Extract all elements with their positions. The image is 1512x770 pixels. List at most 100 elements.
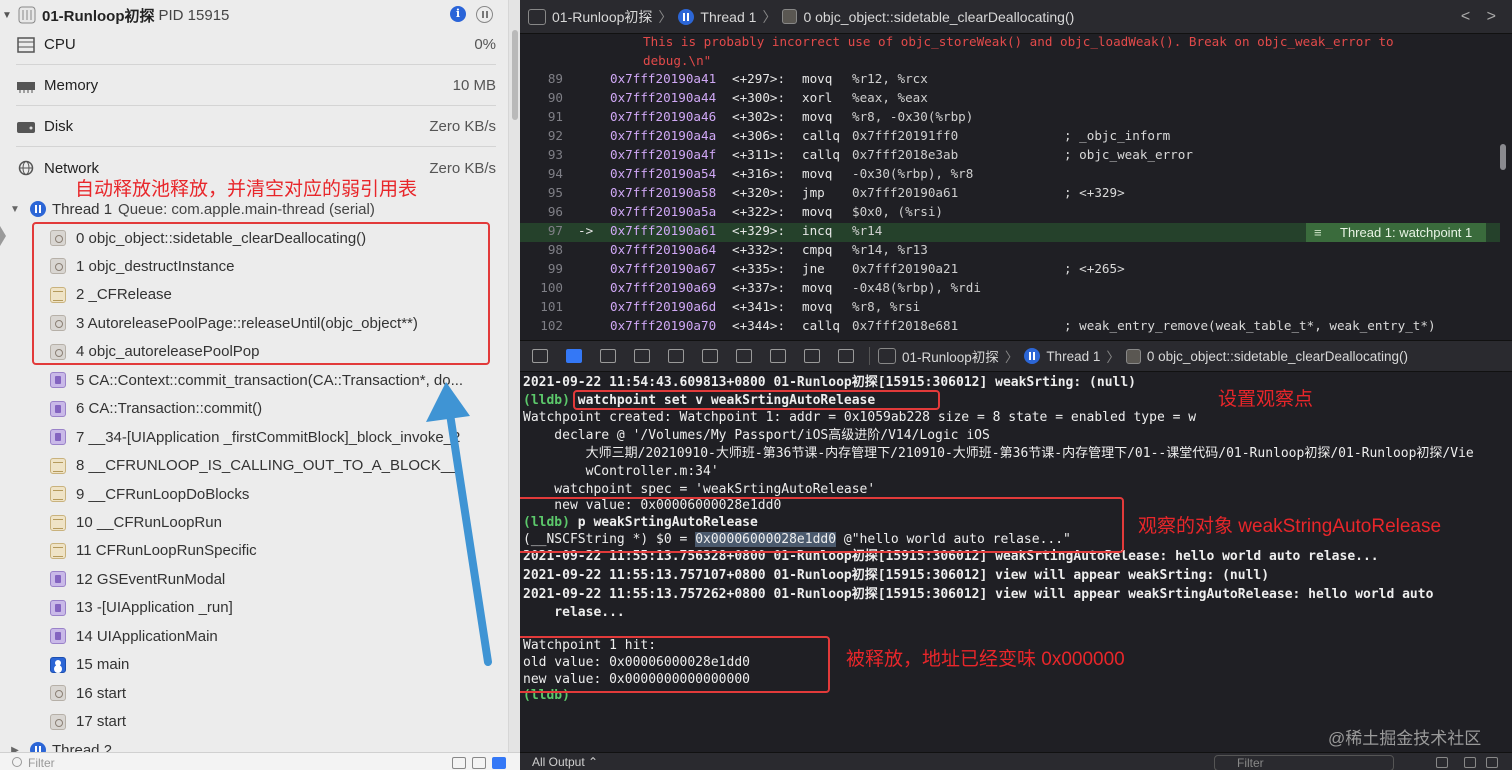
stack-frame-row[interactable]: 1 objc_destructInstance (50, 252, 500, 280)
error-message-line: debug.\n" (643, 53, 712, 68)
filter-option-icon[interactable] (452, 757, 466, 769)
console-filter-input[interactable]: Filter (1214, 755, 1394, 770)
gauge-memory[interactable]: Memory 10 MB (16, 66, 496, 106)
jump-thread[interactable]: Thread 1 (700, 9, 756, 25)
disassembly-line[interactable]: 98 0x7fff20190a64 <+332>: cmpq %r14, %r13 (520, 242, 1500, 261)
disassembly-line[interactable]: 96 0x7fff20190a5a <+322>: movq $0x0, (%rsi) (520, 204, 1500, 223)
pause-icon[interactable] (476, 6, 493, 23)
disassembly-line[interactable]: 102 0x7fff20190a70 <+344>: callq 0x7fff2018e… (520, 318, 1500, 337)
stack-frame-row[interactable]: 2 _CFRelease (50, 281, 500, 309)
memory-graph-icon[interactable] (770, 349, 786, 363)
trash-icon[interactable] (1436, 757, 1448, 768)
stack-frame-row[interactable]: 7 __34-[UIApplication _firstCommitBlock]… (50, 423, 500, 451)
split-left-icon[interactable] (1464, 757, 1476, 768)
disclosure-triangle-icon[interactable]: ▼ (0, 204, 30, 215)
stack-frame-row[interactable]: 9 __CFRunLoopDoBlocks (50, 480, 500, 508)
disassembly-line[interactable]: 90 0x7fff20190a44 <+300>: xorl %eax, %eax (520, 90, 1500, 109)
continue-icon[interactable] (600, 349, 616, 363)
filter-placeholder[interactable]: Filter (28, 756, 55, 770)
instruction-operands: $0x0, (%rsi) (852, 204, 943, 219)
dbg-thread[interactable]: Thread 1 (1046, 349, 1100, 364)
disassembly-line[interactable]: 97 -> 0x7fff20190a61 <+329>: incq %r14 Thread … (520, 223, 1500, 242)
instruction-operands: %eax, %eax (852, 90, 928, 105)
instruction-comment: ; weak_entry_remove(weak_table_t*, weak_… (1064, 318, 1436, 333)
code-scrollbar-thumb[interactable] (1500, 144, 1506, 170)
stack-frame-row[interactable]: 11 CFRunLoopRunSpecific (50, 537, 500, 565)
console-line: Watchpoint created: Watchpoint 1: addr =… (523, 410, 1197, 425)
line-number: 102 (540, 318, 563, 333)
split-right-icon[interactable] (1486, 757, 1498, 768)
breakpoints-toggle-icon[interactable] (566, 349, 582, 363)
stack-frame-row[interactable]: 12 GSEventRunModal (50, 565, 500, 593)
left-scrollbar[interactable] (508, 0, 520, 770)
dbg-frame[interactable]: 0 objc_object::sidetable_clearDeallocati… (1147, 349, 1408, 364)
stack-frame-row[interactable]: 13 -[UIApplication _run] (50, 594, 500, 622)
step-out-icon[interactable] (702, 349, 718, 363)
disassembly-view[interactable]: This is probably incorrect use of objc_s… (520, 34, 1512, 340)
gear-icon (50, 685, 66, 702)
editor-area: 01-Runloop初探 〉 Thread 1 〉 0 objc_object:… (520, 0, 1512, 770)
instruction-address: 0x7fff20190a67 (610, 261, 717, 276)
simulate-location-icon[interactable] (838, 349, 854, 363)
thread-1-row[interactable]: ▼ Thread 1 Queue: com.apple.main-thread … (0, 195, 505, 223)
selected-address[interactable]: 0x00006000028e1dd0 (695, 532, 837, 547)
stack-frame-label: 15 main (76, 656, 130, 674)
console-text: @"hello world auto relase..." (836, 532, 1071, 547)
disassembly-line[interactable]: 93 0x7fff20190a4f <+311>: callq 0x7fff2018e3… (520, 147, 1500, 166)
step-into-icon[interactable] (668, 349, 684, 363)
disassembly-line[interactable]: 101 0x7fff20190a6d <+341>: movq %r8, %rsi (520, 299, 1500, 318)
filter-person-icon[interactable] (492, 757, 506, 769)
console-line: (lldb) p weakSrtingAutoRelease (523, 514, 758, 531)
stack-frame-row[interactable]: 10 __CFRunLoopRun (50, 509, 500, 537)
view-debugger-icon[interactable] (736, 349, 752, 363)
nav-arrows[interactable]: < > (1461, 8, 1502, 26)
stack-frame-row[interactable]: 8 __CFRUNLOOP_IS_CALLING_OUT_TO_A_BLOCK_… (50, 452, 500, 480)
info-icon[interactable]: i (450, 6, 466, 22)
stack-frame-row[interactable]: 0 objc_object::sidetable_clearDeallocati… (50, 224, 500, 252)
jump-project[interactable]: 01-Runloop初探 (552, 7, 652, 27)
instruction-mnemonic: jmp (802, 185, 825, 200)
cpu-icon (17, 36, 35, 53)
disassembly-line[interactable]: 91 0x7fff20190a46 <+302>: movq %r8, -0x30(%r… (520, 109, 1500, 128)
output-selector[interactable]: All Output ⌃ (532, 755, 598, 769)
stack-frame-row[interactable]: 5 CA::Context::commit_transaction(CA::Tr… (50, 366, 500, 394)
gauge-name: Memory (44, 77, 99, 94)
jump-frame[interactable]: 0 objc_object::sidetable_clearDeallocati… (803, 9, 1074, 25)
disassembly-line[interactable]: 94 0x7fff20190a54 <+316>: movq -0x30(%rbp), … (520, 166, 1500, 185)
instruction-comment: ; _objc_inform (1064, 128, 1171, 143)
disclosure-triangle-icon[interactable]: ▼ (0, 10, 14, 21)
instruction-offset: <+302>: (732, 109, 786, 124)
watchpoint-badge[interactable]: Thread 1: watchpoint 1 (1306, 223, 1486, 242)
hide-console-icon[interactable] (532, 349, 548, 363)
disassembly-line[interactable]: 95 0x7fff20190a58 <+320>: jmp 0x7fff20190a61… (520, 185, 1500, 204)
dbg-project[interactable]: 01-Runloop初探 (902, 346, 999, 366)
stack-frame-row[interactable]: 6 CA::Transaction::commit() (50, 395, 500, 423)
instruction-address: 0x7fff20190a61 (610, 223, 717, 238)
filter-option-icon[interactable] (472, 757, 486, 769)
instruction-offset: <+300>: (732, 90, 786, 105)
disassembly-line[interactable]: 92 0x7fff20190a4a <+306>: callq 0x7fff20191f… (520, 128, 1500, 147)
environment-overrides-icon[interactable] (804, 349, 820, 363)
instruction-operands: %r14, %r13 (852, 242, 928, 257)
stack-frame-row[interactable]: 14 UIApplicationMain (50, 622, 500, 650)
disassembly-line[interactable]: 100 0x7fff20190a69 <+337>: movq -0x48(%rbp),… (520, 280, 1500, 299)
stack-frame-row[interactable]: 3 AutoreleasePoolPage::releaseUntil(objc… (50, 309, 500, 337)
instruction-address: 0x7fff20190a54 (610, 166, 717, 181)
instruction-operands: %r8, %rsi (852, 299, 921, 314)
disassembly-line[interactable]: 99 0x7fff20190a67 <+335>: jne 0x7fff20190a21… (520, 261, 1500, 280)
lldb-console[interactable]: 2021-09-22 11:54:43.609813+0800 01-Runlo… (520, 372, 1512, 752)
stack-frame-row[interactable]: 15 main (50, 651, 500, 679)
gear-icon (50, 343, 66, 360)
instruction-address: 0x7fff20190a5a (610, 204, 717, 219)
stack-frame-row[interactable]: 4 objc_autoreleasePoolPop (50, 338, 500, 366)
sidebar-edge-tab[interactable] (0, 226, 6, 246)
app-process-icon (18, 6, 36, 24)
thread-icon (678, 8, 695, 25)
disassembly-line[interactable]: 89 0x7fff20190a41 <+297>: movq %r12, %rcx (520, 71, 1500, 90)
stack-frame-row[interactable]: 16 start (50, 679, 500, 707)
gauge-cpu[interactable]: CPU 0% (16, 25, 496, 65)
gauge-disk[interactable]: Disk Zero KB/s (16, 107, 496, 147)
step-over-icon[interactable] (634, 349, 650, 363)
scrollbar-thumb[interactable] (512, 30, 518, 120)
stack-frame-row[interactable]: 17 start (50, 708, 500, 736)
